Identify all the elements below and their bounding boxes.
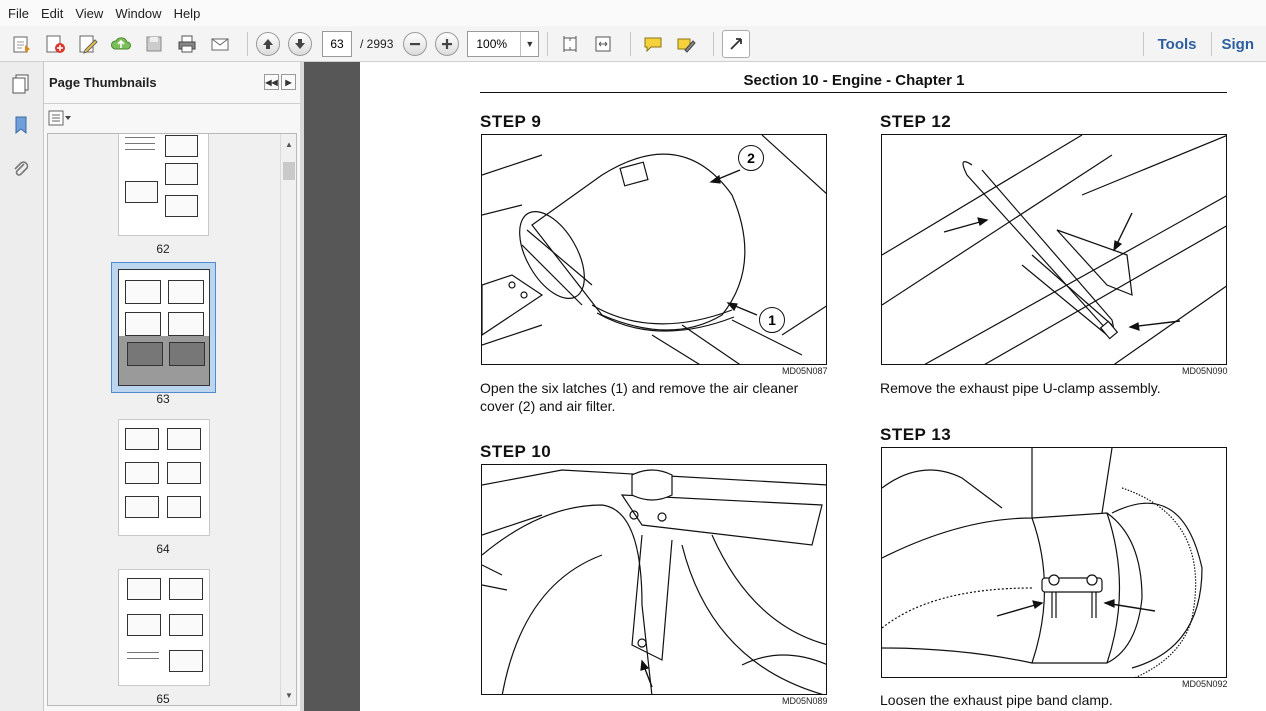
- thumbnails-header: Page Thumbnails ◀◀ ▶: [44, 62, 300, 104]
- toolbar-separator: [630, 31, 632, 56]
- arrow-down-icon: [295, 38, 305, 49]
- attachments-icon[interactable]: [8, 156, 34, 182]
- thumbnail-label: 65: [156, 692, 170, 706]
- open-file-icon[interactable]: [8, 30, 36, 58]
- bookmarks-icon[interactable]: [8, 112, 34, 138]
- zoom-select[interactable]: 100% ▼: [467, 30, 540, 57]
- next-page-button[interactable]: [288, 31, 312, 56]
- page-thumbnails-icon[interactable]: [8, 70, 34, 96]
- thumbnail-page-selected[interactable]: [118, 269, 210, 386]
- toolbar-separator: [247, 31, 248, 56]
- thumbnail-page[interactable]: [118, 419, 210, 536]
- document-page: Section 10 - Engine - Chapter 1 STEP 9 2…: [360, 62, 1266, 711]
- navigation-rail: [0, 62, 44, 711]
- zoom-out-button[interactable]: [403, 31, 428, 56]
- zoom-value: 100%: [476, 36, 508, 51]
- comment-icon[interactable]: [639, 30, 667, 58]
- step-9-text: Open the six latches (1) and remove the …: [480, 380, 799, 414]
- step-12-title: STEP 12: [880, 112, 952, 131]
- step-9-title: STEP 9: [480, 112, 542, 131]
- step-12-text: Remove the exhaust pipe U-clamp assembly…: [880, 380, 1161, 396]
- thumbnail-options[interactable]: [44, 104, 300, 132]
- thumbnails-title: Page Thumbnails: [49, 75, 157, 90]
- email-icon[interactable]: [206, 30, 234, 58]
- toolbar-right: Tools Sign: [1142, 26, 1266, 62]
- step-13-title: STEP 13: [880, 425, 952, 444]
- step-10-title: STEP 10: [480, 442, 552, 461]
- menu-edit[interactable]: Edit: [37, 6, 67, 21]
- scroll-down-icon[interactable]: ▼: [281, 687, 296, 703]
- highlight-icon[interactable]: [672, 30, 700, 58]
- step-12-figure-code: MD05N090: [1182, 366, 1228, 376]
- scroll-up-icon[interactable]: ▲: [281, 136, 296, 152]
- menu-file[interactable]: File: [4, 6, 33, 21]
- thumbnails-panel: Page Thumbnails ◀◀ ▶ 62 63 64 65 ▲ ▼: [44, 62, 300, 711]
- toolbar-separator: [713, 31, 715, 56]
- step-13-figure: [881, 447, 1227, 678]
- edit-pdf-icon[interactable]: [74, 30, 102, 58]
- thumbnail-label: 62: [156, 242, 170, 256]
- thumbnail-label: 63: [156, 392, 170, 406]
- tools-link[interactable]: Tools: [1144, 36, 1211, 53]
- step-13-figure-code: MD05N092: [1182, 679, 1228, 689]
- sign-link[interactable]: Sign: [1212, 36, 1266, 53]
- chevron-down-icon[interactable]: ▼: [520, 31, 538, 56]
- thumbnail-page[interactable]: [118, 569, 210, 686]
- previous-page-button[interactable]: [256, 31, 280, 56]
- step-12-figure: [881, 134, 1227, 365]
- thumbnail-page[interactable]: [118, 134, 209, 236]
- step-13-text: Loosen the exhaust pipe band clamp.: [880, 692, 1113, 708]
- menu-window[interactable]: Window: [111, 6, 165, 21]
- expand-icon[interactable]: [722, 29, 751, 58]
- toolbar-separator: [547, 31, 549, 56]
- menu-bar: File Edit View Window Help: [0, 0, 1266, 26]
- zoom-in-button[interactable]: [435, 31, 460, 56]
- step-9-figure-code: MD05N087: [782, 366, 828, 376]
- plus-icon: [442, 38, 453, 49]
- callout-2: 2: [738, 145, 764, 171]
- step-9-figure: 2 1: [481, 134, 827, 365]
- collapse-panel-icon[interactable]: ◀◀: [264, 74, 279, 90]
- step-10-figure-code: MD05N089: [782, 696, 828, 706]
- thumbnail-list[interactable]: 62 63 64 65 ▲ ▼: [47, 133, 297, 706]
- minus-icon: [410, 42, 421, 45]
- menu-help[interactable]: Help: [170, 6, 205, 21]
- toolbar: 63 / 2993 100% ▼ Tools Sign: [0, 26, 1266, 62]
- page-number-input[interactable]: 63: [322, 30, 352, 57]
- step-10-figure: [481, 464, 827, 695]
- section-title: Section 10 - Engine - Chapter 1: [743, 72, 965, 89]
- fit-width-icon[interactable]: [589, 30, 617, 58]
- scrollbar-thumb[interactable]: [283, 162, 295, 180]
- thumbnail-scrollbar[interactable]: ▲ ▼: [280, 134, 296, 705]
- chevron-right-icon[interactable]: ▶: [281, 74, 296, 90]
- options-menu-icon[interactable]: [48, 109, 72, 127]
- save-icon[interactable]: [140, 30, 168, 58]
- page-total: / 2993: [360, 36, 394, 51]
- create-pdf-icon[interactable]: [41, 30, 69, 58]
- fit-page-icon[interactable]: [556, 30, 584, 58]
- print-icon[interactable]: [173, 30, 201, 58]
- upload-cloud-icon[interactable]: [107, 30, 135, 58]
- section-rule: [480, 92, 1227, 93]
- callout-1: 1: [759, 307, 785, 333]
- arrow-up-icon: [263, 38, 273, 49]
- menu-view[interactable]: View: [71, 6, 107, 21]
- thumbnail-label: 64: [156, 542, 170, 556]
